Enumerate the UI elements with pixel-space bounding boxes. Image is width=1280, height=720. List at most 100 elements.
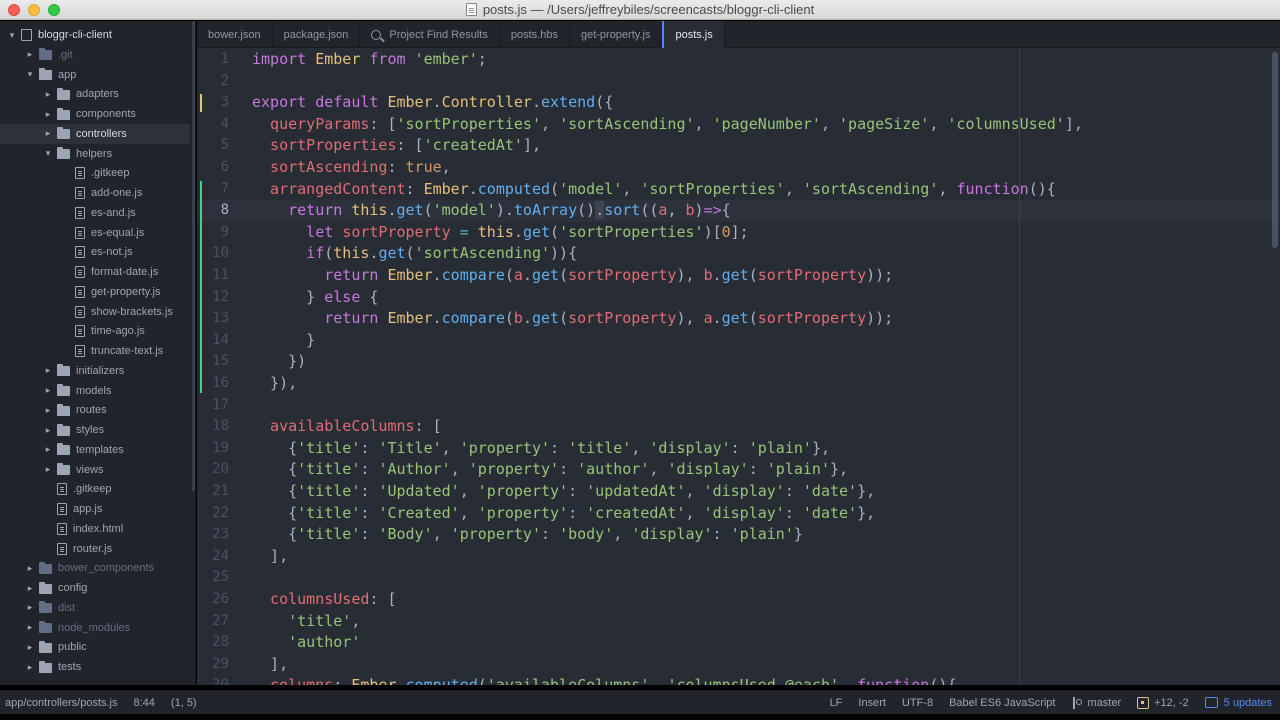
line-number[interactable]: 24 bbox=[197, 546, 229, 568]
code-line[interactable]: columnsUsed: [ bbox=[252, 589, 396, 611]
minimize-window-button[interactable] bbox=[28, 4, 40, 16]
tree-file-truncate-text-js[interactable]: truncate-text.js bbox=[0, 341, 190, 361]
tree-folder-helpers[interactable]: ▾ helpers bbox=[0, 144, 190, 164]
line-number[interactable]: 30 bbox=[197, 675, 229, 685]
maximize-window-button[interactable] bbox=[48, 4, 60, 16]
code-line[interactable]: 'title', bbox=[252, 611, 360, 633]
chevron-right-icon[interactable]: ▸ bbox=[42, 405, 54, 416]
code-line[interactable]: sortProperties: ['createdAt'], bbox=[252, 135, 541, 157]
tree-view[interactable]: ▾ bloggr-cli-client ▸ .git ▾ app ▸ adapters ▸ com… bbox=[0, 21, 196, 685]
code-line[interactable]: if(this.get('sortAscending')){ bbox=[252, 243, 577, 265]
tab-project-find-results[interactable]: Project Find Results bbox=[360, 21, 500, 48]
line-number[interactable]: 20 bbox=[197, 459, 229, 481]
line-number[interactable]: 26 bbox=[197, 589, 229, 611]
code-line[interactable]: {'title': 'Updated', 'property': 'update… bbox=[252, 481, 875, 503]
chevron-right-icon[interactable]: ▸ bbox=[42, 89, 54, 100]
tree-file-es-and-js[interactable]: es-and.js bbox=[0, 203, 190, 223]
line-number[interactable]: 4 bbox=[197, 114, 229, 136]
code-line[interactable]: let sortProperty = this.get('sortPropert… bbox=[252, 222, 749, 244]
code-line[interactable]: import Ember from 'ember'; bbox=[252, 49, 487, 71]
code-line[interactable]: {'title': 'Body', 'property': 'body', 'd… bbox=[252, 524, 803, 546]
chevron-right-icon[interactable]: ▸ bbox=[42, 385, 54, 396]
tree-folder-templates[interactable]: ▸ templates bbox=[0, 440, 190, 460]
tree-folder-bloggr-cli-client[interactable]: ▾ bloggr-cli-client bbox=[0, 25, 190, 45]
tab-get-property-js[interactable]: get-property.js bbox=[570, 21, 663, 48]
code-line[interactable]: }), bbox=[252, 373, 297, 395]
tree-file-es-equal-js[interactable]: es-equal.js bbox=[0, 223, 190, 243]
code-line[interactable]: ], bbox=[252, 546, 288, 568]
file-path[interactable]: app/controllers/posts.js bbox=[5, 691, 118, 715]
chevron-down-icon[interactable]: ▾ bbox=[6, 30, 18, 41]
tree-file-get-property-js[interactable]: get-property.js bbox=[0, 282, 190, 302]
code-line[interactable]: } else { bbox=[252, 287, 378, 309]
code-line[interactable]: availableColumns: [ bbox=[252, 416, 442, 438]
tree-file-gitkeep[interactable]: .gitkeep bbox=[0, 163, 190, 183]
tree-file-gitkeep[interactable]: .gitkeep bbox=[0, 479, 190, 499]
code-line[interactable]: arrangedContent: Ember.computed('model',… bbox=[252, 179, 1056, 201]
tree-file-format-date-js[interactable]: format-date.js bbox=[0, 262, 190, 282]
tree-file-index-html[interactable]: index.html bbox=[0, 519, 190, 539]
chevron-right-icon[interactable]: ▸ bbox=[42, 444, 54, 455]
chevron-right-icon[interactable]: ▸ bbox=[42, 128, 54, 139]
code-line[interactable]: queryParams: ['sortProperties', 'sortAsc… bbox=[252, 114, 1083, 136]
chevron-right-icon[interactable]: ▸ bbox=[42, 425, 54, 436]
line-number[interactable]: 27 bbox=[197, 611, 229, 633]
code-line[interactable]: 'author' bbox=[252, 632, 360, 654]
tree-file-time-ago-js[interactable]: time-ago.js bbox=[0, 321, 190, 341]
tree-folder-public[interactable]: ▸ public bbox=[0, 637, 190, 657]
tree-file-add-one-js[interactable]: add-one.js bbox=[0, 183, 190, 203]
git-branch[interactable]: master bbox=[1071, 691, 1121, 715]
tree-folder-app[interactable]: ▾ app bbox=[0, 65, 190, 85]
code-line[interactable]: return this.get('model').toArray().sort(… bbox=[252, 200, 731, 222]
line-ending-selector[interactable]: LF bbox=[830, 691, 843, 715]
line-number-gutter[interactable]: 1 2 3 4 5 6 7 8 9 10 11 12 13 14 15 16 17 18 19 20 21 22 23 24 2… bbox=[197, 48, 245, 685]
line-number[interactable]: 21 bbox=[197, 481, 229, 503]
chevron-right-icon[interactable]: ▸ bbox=[24, 563, 36, 574]
line-number[interactable]: 18 bbox=[197, 416, 229, 438]
line-number[interactable]: 17 bbox=[197, 395, 229, 417]
chevron-right-icon[interactable]: ▸ bbox=[24, 602, 36, 613]
encoding-selector[interactable]: UTF-8 bbox=[902, 691, 933, 715]
code-line[interactable]: {'title': 'Author', 'property': 'author'… bbox=[252, 459, 848, 481]
tree-folder-styles[interactable]: ▸ styles bbox=[0, 420, 190, 440]
line-number[interactable]: 2 bbox=[197, 71, 229, 93]
tree-folder-dist[interactable]: ▸ dist bbox=[0, 598, 190, 618]
line-number[interactable]: 29 bbox=[197, 654, 229, 676]
code-line[interactable]: {'title': 'Title', 'property': 'title', … bbox=[252, 438, 830, 460]
tree-folder-components[interactable]: ▸ components bbox=[0, 104, 190, 124]
line-number[interactable]: 19 bbox=[197, 438, 229, 460]
tab-posts-hbs[interactable]: posts.hbs bbox=[500, 21, 570, 48]
code-line[interactable]: } bbox=[252, 330, 315, 352]
code-line[interactable]: return Ember.compare(a.get(sortProperty)… bbox=[252, 265, 893, 287]
chevron-right-icon[interactable]: ▸ bbox=[24, 622, 36, 633]
tree-folder-tests[interactable]: ▸ tests bbox=[0, 657, 190, 677]
tree-folder-initializers[interactable]: ▸ initializers bbox=[0, 361, 190, 381]
tree-folder-controllers[interactable]: ▸ controllers bbox=[0, 123, 190, 144]
tree-folder-node-modules[interactable]: ▸ node_modules bbox=[0, 618, 190, 638]
chevron-down-icon[interactable]: ▾ bbox=[24, 69, 36, 80]
tab-package-json[interactable]: package.json bbox=[273, 21, 361, 48]
tree-file-router-js[interactable]: router.js bbox=[0, 539, 190, 559]
line-number[interactable]: 22 bbox=[197, 503, 229, 525]
code-editor[interactable]: 1 2 3 4 5 6 7 8 9 10 11 12 13 14 15 16 17 18 19 20 21 22 23 24 2… bbox=[197, 48, 1280, 685]
chevron-down-icon[interactable]: ▾ bbox=[42, 148, 54, 159]
updates-button[interactable]: 5 updates bbox=[1204, 691, 1272, 715]
close-window-button[interactable] bbox=[8, 4, 20, 16]
code-line[interactable]: }) bbox=[252, 351, 306, 373]
tree-folder-views[interactable]: ▸ views bbox=[0, 460, 190, 480]
tree-folder-bower-components[interactable]: ▸ bower_components bbox=[0, 558, 190, 578]
tree-folder-config[interactable]: ▸ config bbox=[0, 578, 190, 598]
tree-folder-git[interactable]: ▸ .git bbox=[0, 45, 190, 65]
line-number[interactable]: 23 bbox=[197, 524, 229, 546]
code-line[interactable]: {'title': 'Created', 'property': 'create… bbox=[252, 503, 875, 525]
code-line[interactable]: ], bbox=[252, 654, 288, 676]
chevron-right-icon[interactable]: ▸ bbox=[24, 583, 36, 594]
code-line[interactable]: sortAscending: true, bbox=[252, 157, 451, 179]
code-line[interactable]: columns: Ember.computed('availableColumn… bbox=[252, 675, 956, 685]
chevron-right-icon[interactable]: ▸ bbox=[24, 662, 36, 673]
tree-file-show-brackets-js[interactable]: show-brackets.js bbox=[0, 302, 190, 322]
chevron-right-icon[interactable]: ▸ bbox=[42, 464, 54, 475]
tab-bower-json[interactable]: bower.json bbox=[197, 21, 273, 48]
chevron-right-icon[interactable]: ▸ bbox=[24, 642, 36, 653]
grammar-selector[interactable]: Babel ES6 JavaScript bbox=[949, 691, 1055, 715]
